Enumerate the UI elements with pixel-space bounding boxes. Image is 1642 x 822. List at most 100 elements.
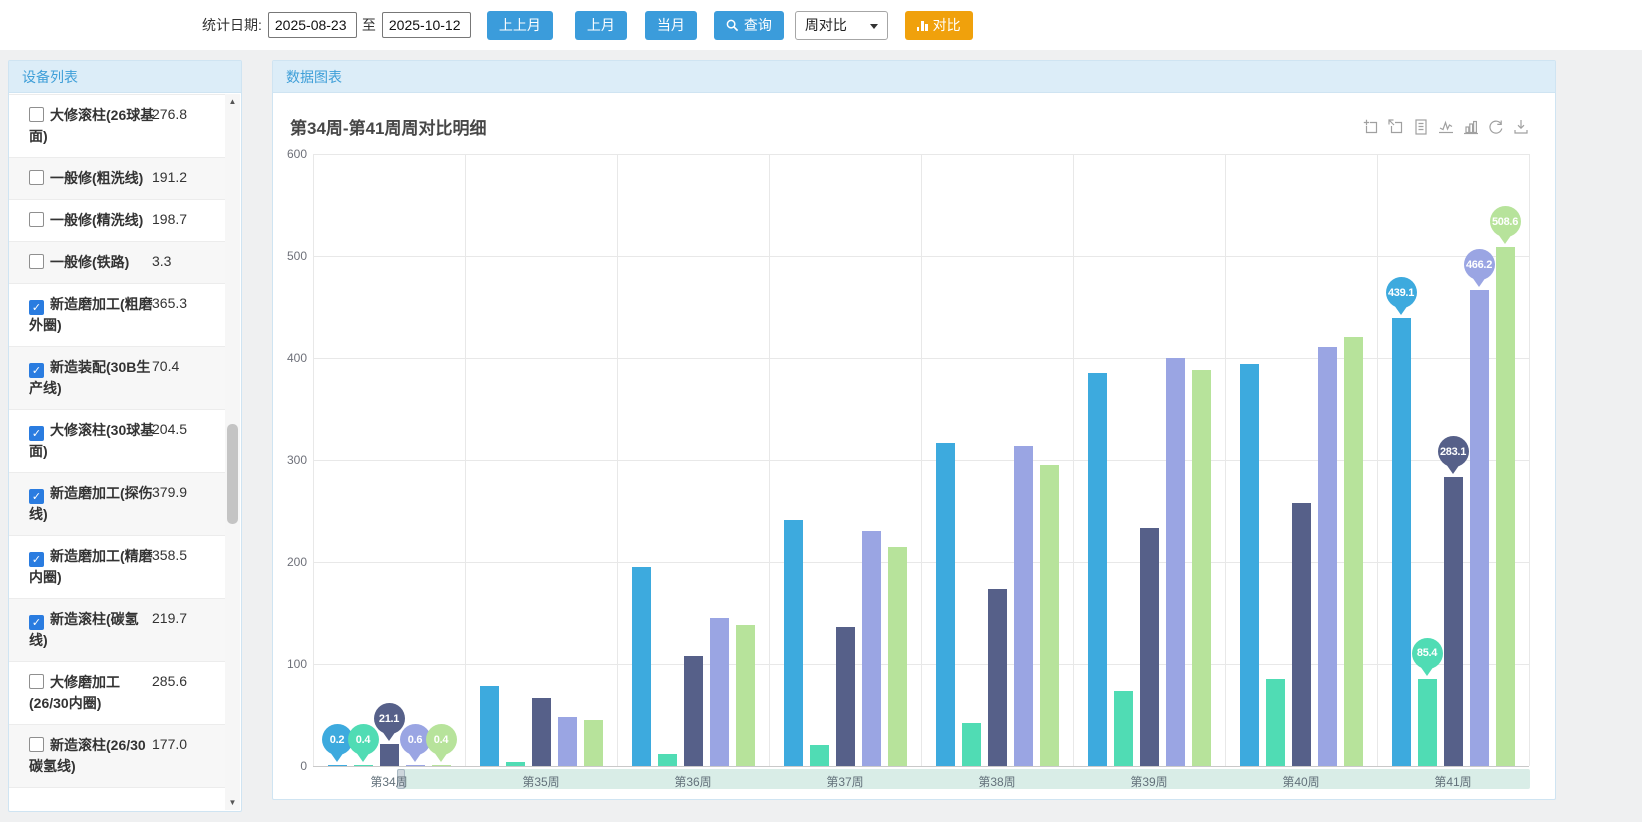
device-checkbox[interactable] (29, 212, 44, 227)
device-list-title: 设备列表 (9, 61, 241, 93)
gridline-v (1073, 154, 1074, 766)
y-axis-label: 100 (273, 657, 307, 671)
sidebar-scrollbar[interactable]: ▲ ▼ (225, 94, 240, 810)
x-axis-label: 第38周 (962, 773, 1032, 790)
bar (1140, 528, 1159, 766)
top-toolbar: 统计日期: 至 上上月 上月 当月 查询 周对比 对比 (0, 0, 1642, 50)
device-row[interactable]: 大修磨加工(26/30内圈)285.6 (9, 662, 225, 725)
device-value: 3.3 (152, 251, 171, 272)
scroll-down-arrow-icon[interactable]: ▼ (225, 795, 240, 810)
device-row[interactable]: 一般修(铁路)3.3 (9, 242, 225, 284)
value-pin: 439.1 (1386, 277, 1417, 308)
bar (1192, 370, 1211, 766)
x-axis-label: 第35周 (506, 773, 576, 790)
gridline-v (465, 154, 466, 766)
device-value: 276.8 (152, 104, 187, 125)
chart-area: 第34周-第41周周对比明细 (273, 94, 1555, 799)
gridline-v (617, 154, 618, 766)
bar (836, 627, 855, 766)
scrollbar-thumb[interactable] (227, 424, 238, 524)
gridline-v (1225, 154, 1226, 766)
bar (1470, 290, 1489, 766)
zoom-reset-icon[interactable] (1388, 119, 1404, 135)
area-zoom-icon[interactable] (1363, 119, 1379, 135)
compare-mode-value: 周对比 (805, 15, 847, 35)
data-view-icon[interactable] (1413, 119, 1429, 135)
bar (1344, 337, 1363, 766)
compare-mode-select[interactable]: 周对比 (795, 11, 888, 40)
restore-icon[interactable] (1488, 119, 1504, 135)
device-label: 一般修(铁路) (29, 252, 155, 273)
device-list-panel: 设备列表 大修滚柱(26球基面)276.8一般修(粗洗线)191.2一般修(精洗… (8, 60, 242, 812)
device-row[interactable]: ✓新造装配(30B生产线)70.4 (9, 347, 225, 410)
scroll-up-arrow-icon[interactable]: ▲ (225, 94, 240, 109)
device-list: 大修滚柱(26球基面)276.8一般修(粗洗线)191.2一般修(精洗线)198… (9, 94, 225, 811)
device-row[interactable]: 大修滚柱(26球基面)276.8 (9, 95, 225, 158)
device-checkbox[interactable] (29, 737, 44, 752)
chart-toolbox (1363, 119, 1529, 135)
date-to-input[interactable] (382, 12, 471, 38)
query-button[interactable]: 查询 (714, 11, 784, 40)
x-axis-label: 第34周 (354, 773, 424, 790)
date-from-input[interactable] (268, 12, 357, 38)
device-checkbox[interactable]: ✓ (29, 363, 44, 378)
line-chart-icon[interactable] (1438, 119, 1454, 135)
device-row[interactable]: 新造滚柱(26/30碳氢线)177.0 (9, 725, 225, 788)
pin-tail (1420, 666, 1434, 676)
bar (532, 698, 551, 766)
device-value: 358.5 (152, 545, 187, 566)
compare-button[interactable]: 对比 (905, 11, 973, 40)
device-label: ✓新造磨加工(精磨内圈) (29, 546, 155, 588)
y-axis-label: 500 (273, 249, 307, 263)
device-row[interactable]: ✓大修滚柱(30球基面)204.5 (9, 410, 225, 473)
bar (480, 686, 499, 766)
bar (584, 720, 603, 766)
bar (936, 443, 955, 766)
device-label: 大修磨加工(26/30内圈) (29, 672, 155, 714)
device-label: ✓大修滚柱(30球基面) (29, 420, 155, 462)
device-row[interactable]: ✓新造滚柱(碳氢线)219.7 (9, 599, 225, 662)
bar (558, 717, 577, 766)
prev-month-button[interactable]: 上月 (575, 11, 627, 40)
bar-chart-switch-icon[interactable] (1463, 119, 1479, 135)
device-value: 365.3 (152, 293, 187, 314)
device-row[interactable]: ✓新造磨加工(探伤线)379.9 (9, 473, 225, 536)
device-checkbox[interactable]: ✓ (29, 426, 44, 441)
device-checkbox[interactable]: ✓ (29, 300, 44, 315)
bar (988, 589, 1007, 766)
device-row[interactable]: 一般修(精洗线)198.7 (9, 200, 225, 242)
bar (380, 744, 399, 766)
bar (1166, 358, 1185, 766)
bar (1014, 446, 1033, 766)
pin-tail (1446, 464, 1460, 474)
bar (632, 567, 651, 766)
device-checkbox[interactable]: ✓ (29, 615, 44, 630)
x-axis-label: 第39周 (1114, 773, 1184, 790)
prev-prev-month-button[interactable]: 上上月 (487, 11, 553, 40)
device-label: 大修滚柱(26球基面) (29, 105, 155, 147)
bar (684, 656, 703, 766)
date-range-label: 统计日期: (202, 15, 262, 35)
chart-panel: 数据图表 第34周-第41周周对比明细 (272, 60, 1556, 800)
device-checkbox[interactable] (29, 107, 44, 122)
gridline-v (769, 154, 770, 766)
value-pin: 0.4 (348, 724, 379, 755)
device-checkbox[interactable] (29, 170, 44, 185)
device-checkbox[interactable]: ✓ (29, 552, 44, 567)
y-axis-label: 600 (273, 147, 307, 161)
device-row[interactable]: ✓新造磨加工(粗磨外圈)365.3 (9, 284, 225, 347)
bar (1040, 465, 1059, 766)
value-pin: 283.1 (1438, 436, 1469, 467)
device-row[interactable]: 一般修(粗洗线)191.2 (9, 158, 225, 200)
current-month-button[interactable]: 当月 (645, 11, 697, 40)
device-checkbox[interactable] (29, 254, 44, 269)
save-image-icon[interactable] (1513, 119, 1529, 135)
y-axis-label: 300 (273, 453, 307, 467)
pin-tail (382, 731, 396, 741)
gridline-v (921, 154, 922, 766)
device-checkbox[interactable]: ✓ (29, 489, 44, 504)
device-row[interactable]: ✓新造磨加工(精磨内圈)358.5 (9, 536, 225, 599)
pin-tail (1472, 277, 1486, 287)
bar (736, 625, 755, 766)
device-checkbox[interactable] (29, 674, 44, 689)
